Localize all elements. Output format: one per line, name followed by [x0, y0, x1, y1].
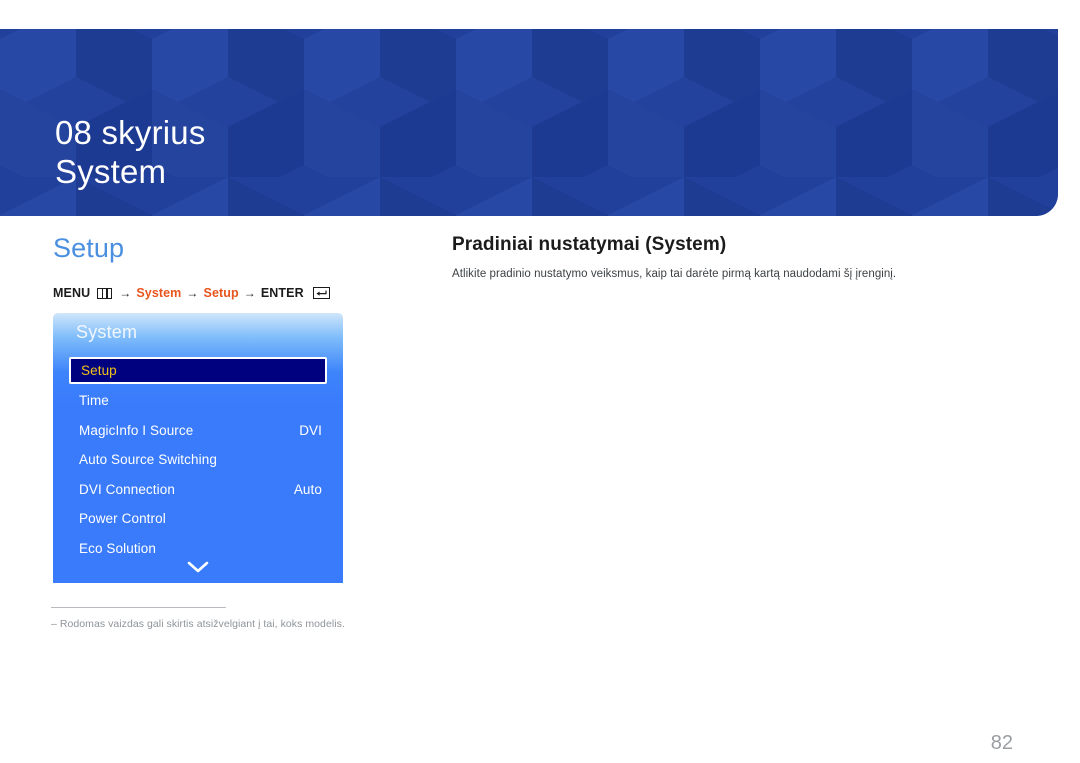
footnote-divider — [51, 607, 226, 608]
osd-item-label: Power Control — [79, 511, 166, 527]
osd-menu-item-power-control[interactable]: Power Control — [53, 504, 343, 534]
section-heading: Setup — [53, 233, 125, 263]
osd-menu-item-setup[interactable]: Setup — [69, 357, 327, 384]
osd-item-label: Auto Source Switching — [79, 452, 217, 468]
breadcrumb-enter-label: ENTER — [260, 286, 304, 300]
breadcrumb-path-system: System — [136, 286, 182, 300]
page-number: 82 — [990, 732, 1013, 754]
breadcrumb-path-setup: Setup — [203, 286, 239, 300]
osd-menu-title: System — [76, 322, 138, 342]
osd-menu-item-magicinfo-i-source[interactable]: MagicInfo I Source DVI — [53, 416, 343, 446]
osd-item-label: DVI Connection — [79, 481, 175, 497]
osd-item-label: MagicInfo I Source — [79, 422, 194, 438]
osd-item-value: DVI — [299, 422, 322, 438]
osd-menu-list: Setup Time MagicInfo I Source DVI Auto S… — [53, 355, 343, 563]
enter-key-icon — [312, 287, 330, 299]
osd-menu-item-time[interactable]: Time — [53, 386, 343, 416]
osd-menu-item-eco-solution[interactable]: Eco Solution — [53, 534, 343, 564]
breadcrumb: MENU → System → Setup → ENTER — [53, 286, 330, 300]
breadcrumb-menu-label: MENU — [53, 286, 91, 300]
menu-grid-icon — [97, 287, 113, 299]
manual-page: 08 skyrius System Setup MENU → System → … — [0, 0, 1080, 763]
osd-menu-item-dvi-connection[interactable]: DVI Connection Auto — [53, 475, 343, 505]
osd-item-label: Eco Solution — [79, 540, 156, 556]
osd-item-label: Setup — [81, 363, 117, 378]
chevron-down-icon — [187, 561, 209, 573]
breadcrumb-arrow-1: → — [119, 286, 132, 300]
footnote-text: – Rodomas vaizdas gali skirtis atsižvelg… — [51, 618, 345, 630]
chapter-label: 08 skyrius — [55, 113, 206, 151]
content-description: Atlikite pradinio nustatymo veiksmus, ka… — [452, 268, 897, 280]
osd-scroll-down-button[interactable] — [53, 561, 343, 573]
banner-title-block: 08 skyrius System — [55, 73, 206, 216]
chapter-title: System — [55, 153, 167, 191]
osd-item-value: Auto — [293, 481, 322, 497]
osd-item-label: Time — [79, 393, 109, 409]
breadcrumb-arrow-2: → — [186, 286, 199, 300]
content-heading: Pradiniai nustatymai (System) — [452, 234, 727, 255]
chapter-banner: 08 skyrius System — [0, 29, 1058, 216]
osd-menu-panel: System Setup Time MagicInfo I Source DVI… — [53, 313, 343, 583]
osd-menu-item-auto-source-switching[interactable]: Auto Source Switching — [53, 445, 343, 475]
breadcrumb-arrow-3: → — [243, 286, 256, 300]
